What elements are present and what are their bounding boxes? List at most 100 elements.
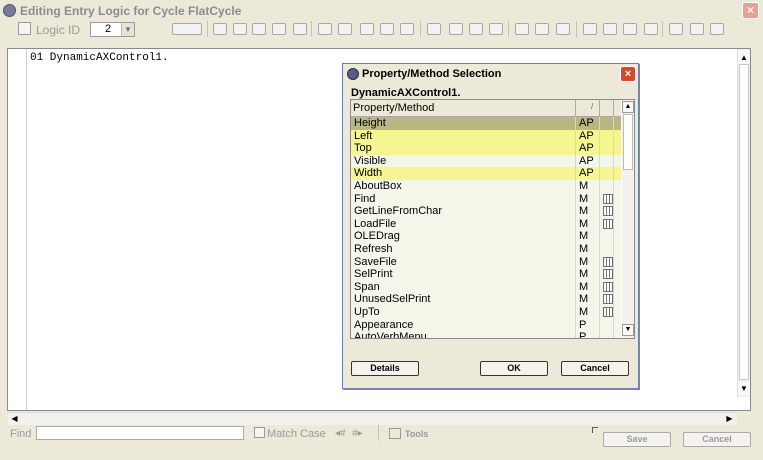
list-item[interactable]: Visible AP bbox=[351, 154, 621, 168]
window-close-button[interactable]: × bbox=[742, 2, 759, 19]
check-icon[interactable] bbox=[644, 23, 658, 35]
list-scroll-thumb[interactable] bbox=[623, 114, 633, 170]
item-name: GetLineFromChar bbox=[354, 205, 443, 218]
list-item[interactable]: AutoVerbMenu P bbox=[351, 331, 621, 338]
paste-icon[interactable] bbox=[272, 23, 286, 35]
compile-icon[interactable] bbox=[535, 23, 549, 35]
list-item[interactable]: Appearance P bbox=[351, 318, 621, 332]
outdent-icon[interactable] bbox=[400, 23, 414, 35]
redo-icon[interactable] bbox=[360, 23, 374, 35]
dialog-cancel-button[interactable]: Cancel bbox=[561, 361, 629, 376]
list-item[interactable]: SelPrint M bbox=[351, 268, 621, 282]
zoom-icon[interactable] bbox=[710, 23, 724, 35]
list-item[interactable]: Span M bbox=[351, 280, 621, 294]
book-icon bbox=[603, 193, 613, 204]
column-divider bbox=[575, 154, 576, 168]
scroll-right-icon[interactable]: ▶ bbox=[723, 413, 736, 425]
details-button[interactable]: Details bbox=[351, 361, 419, 376]
list-item[interactable]: GetLineFromChar M bbox=[351, 205, 621, 219]
list-item[interactable]: Width AP bbox=[351, 167, 621, 181]
dialog-close-button[interactable]: × bbox=[620, 66, 636, 82]
book-icon bbox=[603, 269, 613, 280]
column-divider bbox=[575, 167, 576, 181]
replace-icon[interactable] bbox=[318, 23, 332, 35]
indent-icon[interactable] bbox=[380, 23, 394, 35]
find-icon[interactable] bbox=[293, 23, 307, 35]
back-icon[interactable] bbox=[669, 23, 683, 35]
match-case-checkbox[interactable] bbox=[254, 427, 265, 438]
scroll-thumb[interactable] bbox=[739, 64, 749, 380]
scroll-up-icon[interactable]: ▲ bbox=[738, 51, 750, 64]
help-icon[interactable] bbox=[515, 23, 529, 35]
list-item[interactable]: OLEDrag M bbox=[351, 230, 621, 244]
list-item[interactable]: Find M bbox=[351, 192, 621, 206]
find-next-icon[interactable]: #▸ bbox=[352, 428, 366, 439]
column-divider bbox=[613, 117, 614, 130]
code-line[interactable]: 01 DynamicAXControl1. bbox=[30, 52, 169, 64]
find-previous-icon[interactable]: ◂# bbox=[335, 428, 349, 439]
spell-icon[interactable] bbox=[213, 23, 227, 35]
save-button[interactable]: Save bbox=[603, 432, 671, 447]
item-name: UnusedSelPrint bbox=[354, 293, 431, 306]
item-type: M bbox=[579, 217, 589, 230]
column-divider bbox=[613, 306, 614, 319]
property-method-list[interactable]: Property/Method / Height AP Left AP Top AP Vis… bbox=[350, 99, 635, 339]
toolbar-separator bbox=[311, 21, 312, 37]
reload-icon[interactable] bbox=[623, 23, 637, 35]
list-item[interactable]: Height AP bbox=[351, 117, 621, 130]
print-icon[interactable] bbox=[469, 23, 483, 35]
tools-button[interactable]: Tools bbox=[405, 429, 428, 439]
stop-icon[interactable] bbox=[583, 23, 597, 35]
column-divider bbox=[613, 268, 614, 282]
scroll-down-icon[interactable]: ▼ bbox=[622, 324, 634, 336]
column-divider bbox=[613, 318, 614, 332]
copy-icon[interactable] bbox=[252, 23, 266, 35]
item-name: UpTo bbox=[354, 306, 380, 318]
column-divider bbox=[613, 243, 614, 256]
list-item[interactable]: UpTo M bbox=[351, 306, 621, 319]
grid-icon[interactable] bbox=[172, 23, 202, 35]
scroll-down-icon[interactable]: ▼ bbox=[738, 382, 750, 395]
tools-icon[interactable] bbox=[389, 428, 401, 439]
list-item[interactable]: AboutBox M bbox=[351, 180, 621, 193]
column-header-name[interactable]: Property/Method bbox=[353, 102, 434, 114]
scroll-left-icon[interactable]: ◀ bbox=[8, 413, 21, 425]
find-input[interactable] bbox=[36, 426, 244, 440]
column-divider bbox=[599, 192, 600, 206]
uncomment-icon[interactable] bbox=[449, 23, 463, 35]
cut-icon[interactable] bbox=[233, 23, 247, 35]
scroll-up-icon[interactable]: ▲ bbox=[622, 101, 634, 113]
run-icon[interactable] bbox=[556, 23, 570, 35]
undo-icon[interactable] bbox=[338, 23, 352, 35]
column-divider bbox=[599, 180, 600, 193]
comment-icon[interactable] bbox=[427, 23, 441, 35]
list-item[interactable]: Top AP bbox=[351, 142, 621, 156]
list-item[interactable]: LoadFile M bbox=[351, 217, 621, 231]
forward-icon[interactable] bbox=[690, 23, 704, 35]
item-type: M bbox=[579, 192, 589, 205]
logic-id-select[interactable]: 2 ▼ bbox=[90, 22, 135, 37]
save-icon[interactable] bbox=[603, 23, 617, 35]
toolbar-separator bbox=[576, 21, 577, 37]
editor-horizontal-scrollbar[interactable]: ◀ ▶ bbox=[8, 412, 737, 425]
editor-vertical-scrollbar[interactable]: ▲ ▼ bbox=[737, 49, 750, 397]
column-divider bbox=[613, 217, 614, 231]
chevron-down-icon[interactable]: ▼ bbox=[121, 23, 134, 36]
column-divider bbox=[613, 280, 614, 294]
item-type: AP bbox=[579, 154, 594, 167]
column-divider bbox=[599, 306, 600, 319]
item-name: Refresh bbox=[354, 243, 393, 255]
column-header-type[interactable]: / bbox=[591, 102, 593, 111]
list-item[interactable]: Left AP bbox=[351, 129, 621, 143]
find-label: Find bbox=[10, 428, 32, 440]
list-item[interactable]: UnusedSelPrint M bbox=[351, 293, 621, 307]
item-type: M bbox=[579, 243, 589, 255]
ok-button[interactable]: OK bbox=[480, 361, 548, 376]
item-type: M bbox=[579, 268, 589, 281]
cancel-button[interactable]: Cancel bbox=[683, 432, 751, 447]
list-item[interactable]: SaveFile M bbox=[351, 255, 621, 269]
column-divider bbox=[575, 293, 576, 307]
list-item[interactable]: Refresh M bbox=[351, 243, 621, 256]
page-icon[interactable] bbox=[489, 23, 503, 35]
list-scrollbar[interactable]: ▲ ▼ bbox=[622, 100, 634, 338]
